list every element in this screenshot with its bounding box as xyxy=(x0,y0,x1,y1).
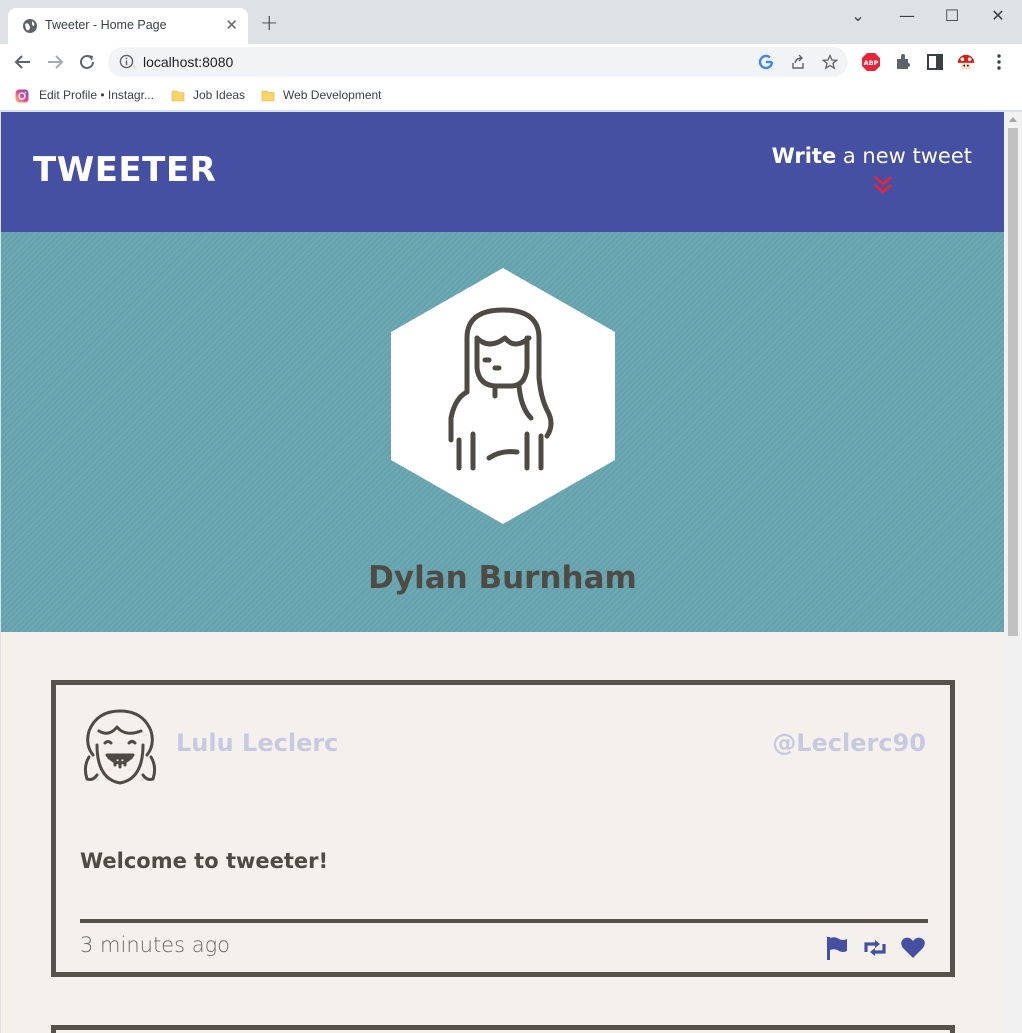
tweet-author-name: Lulu Leclerc xyxy=(176,729,339,757)
compose-bold-label: Write xyxy=(771,144,837,168)
new-tab-button[interactable]: + xyxy=(260,13,278,35)
top-nav: TWEETER Write a new tweet xyxy=(1,112,1004,232)
tweet-content: Welcome to tweeter! xyxy=(80,849,329,873)
scrollbar-thumb[interactable] xyxy=(1008,128,1018,636)
write-tweet-toggle[interactable]: Write a new tweet xyxy=(772,144,972,168)
browser-tab[interactable]: Tweeter - Home Page ✕ xyxy=(8,8,248,44)
minimize-icon[interactable]: — xyxy=(892,6,922,26)
bookmark-instagram[interactable]: Edit Profile • Instagr... xyxy=(15,86,154,104)
tweet-divider xyxy=(80,919,928,923)
tweet-card xyxy=(51,1025,955,1033)
page-viewport: TWEETER Write a new tweet Dylan Burnham … xyxy=(1,112,1004,1033)
globe-icon xyxy=(23,19,37,33)
profile-avatar-icon[interactable] xyxy=(956,52,976,72)
tweet-author-handle: @Leclerc90 xyxy=(772,729,926,757)
profile-header: Dylan Burnham xyxy=(1,232,1004,632)
bookmark-label: Web Development xyxy=(283,88,382,102)
browser-toolbar: localhost:8080 ABP xyxy=(0,44,1022,80)
adblock-icon[interactable]: ABP xyxy=(861,52,881,72)
flag-icon[interactable] xyxy=(824,935,850,961)
menu-icon[interactable] xyxy=(989,52,1009,72)
page-scrollbar[interactable] xyxy=(1004,112,1022,1033)
tab-title: Tweeter - Home Page xyxy=(45,18,167,32)
extensions-icon[interactable] xyxy=(893,52,913,72)
bookmark-label: Edit Profile • Instagr... xyxy=(39,88,154,102)
site-info-icon[interactable] xyxy=(119,54,134,69)
star-icon[interactable] xyxy=(822,54,838,70)
address-bar[interactable]: localhost:8080 xyxy=(108,47,848,77)
bookmark-web-development[interactable]: Web Development xyxy=(261,86,382,104)
svg-text:ABP: ABP xyxy=(864,59,879,67)
browser-tabstrip: Tweeter - Home Page ✕ + ⌄ — ☐ ✕ xyxy=(0,0,1022,44)
tweet-card: Lulu Leclerc @Leclerc90 Welcome to tweet… xyxy=(51,680,955,977)
bookmark-job-ideas[interactable]: Job Ideas xyxy=(171,86,245,104)
compose-rest-label: a new tweet xyxy=(836,144,972,168)
forward-icon[interactable] xyxy=(44,51,66,73)
tab-search-icon[interactable]: ⌄ xyxy=(843,6,873,26)
tweet-timestamp: 3 minutes ago xyxy=(80,933,231,957)
folder-icon xyxy=(261,90,275,102)
instagram-icon xyxy=(15,89,29,103)
brand-logo[interactable]: TWEETER xyxy=(33,150,216,190)
profile-name: Dylan Burnham xyxy=(368,560,637,596)
close-window-icon[interactable]: ✕ xyxy=(983,6,1013,26)
double-chevron-down-icon[interactable] xyxy=(871,174,895,196)
back-icon[interactable] xyxy=(12,51,34,73)
address-url[interactable]: localhost:8080 xyxy=(143,54,233,70)
tab-close-icon[interactable]: ✕ xyxy=(225,17,238,33)
bookmark-label: Job Ideas xyxy=(193,88,246,102)
maximize-icon[interactable]: ☐ xyxy=(937,6,967,26)
google-icon[interactable] xyxy=(758,54,774,70)
retweet-icon[interactable] xyxy=(862,935,888,961)
folder-icon xyxy=(171,90,185,102)
heart-icon[interactable] xyxy=(900,935,926,961)
reload-icon[interactable] xyxy=(76,51,98,73)
tweet-actions xyxy=(817,935,926,961)
scroll-up-icon[interactable] xyxy=(1009,117,1017,122)
tweet-avatar xyxy=(83,709,157,785)
side-panel-icon[interactable] xyxy=(925,52,945,72)
share-icon[interactable] xyxy=(790,54,806,70)
profile-avatar xyxy=(391,268,615,524)
bookmarks-bar: Edit Profile • Instagr... Job Ideas Web … xyxy=(0,80,1022,111)
